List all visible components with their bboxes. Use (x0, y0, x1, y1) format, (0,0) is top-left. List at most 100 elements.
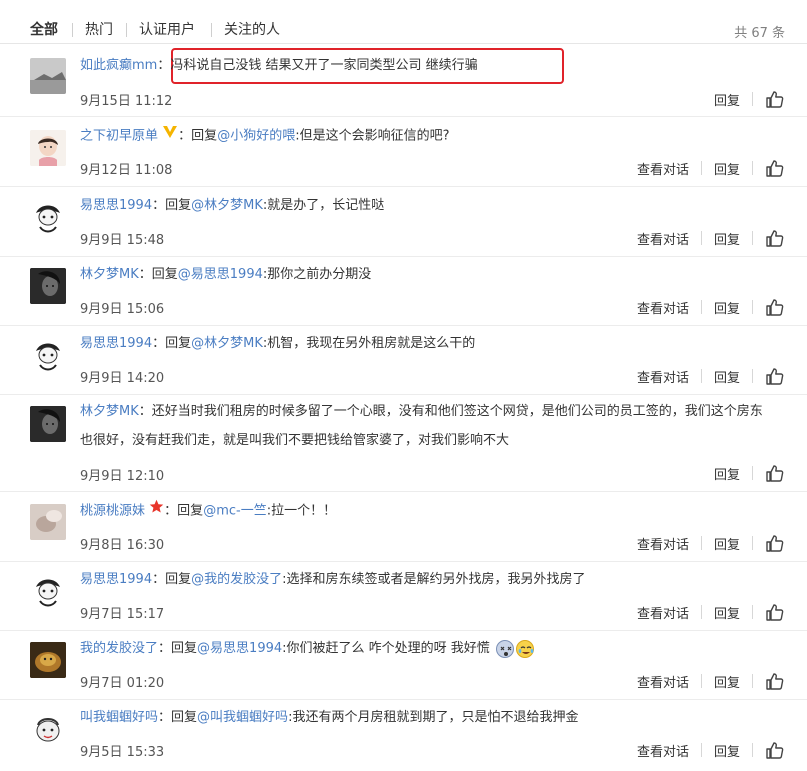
view-conversation-button[interactable]: 查看对话 (637, 229, 689, 248)
reply-button[interactable]: 回复 (714, 298, 740, 317)
reply-prefix: 回复 (171, 641, 198, 656)
tab-divider (126, 23, 127, 37)
comment-content: 叫我蝈蝈好吗：回复@叫我蝈蝈好吗:我还有两个月房租就到期了，只是怕不退给我押金 (80, 704, 767, 732)
username-link[interactable]: 如此疯癫mm (80, 58, 157, 73)
mention-link[interactable]: @小狗好的喂 (217, 129, 295, 144)
reply-button[interactable]: 回复 (714, 464, 740, 483)
avatar[interactable] (30, 268, 66, 304)
avatar[interactable] (30, 406, 66, 442)
view-conversation-button[interactable]: 查看对话 (637, 603, 689, 622)
comment-item: 易思思1994：回复@林夕梦MK:机智，我现在另外租房就是这么干的 9月9日 1… (0, 326, 807, 395)
comment-text: 但是这个会影响征信的吧? (299, 128, 450, 144)
tab-hot[interactable]: 热门 (85, 20, 113, 40)
avatar[interactable] (30, 504, 66, 540)
view-conversation-button[interactable]: 查看对话 (637, 159, 689, 178)
mention-link[interactable]: @mc-一竺 (203, 504, 267, 519)
comment-actions: 查看对话 回复 (637, 533, 785, 553)
reply-prefix: 回复 (165, 336, 192, 351)
tab-all[interactable]: 全部 (30, 20, 58, 40)
username-link[interactable]: 易思思1994 (80, 572, 152, 587)
view-conversation-button[interactable]: 查看对话 (637, 367, 689, 386)
reply-button[interactable]: 回复 (714, 741, 740, 760)
tab-following[interactable]: 关注的人 (224, 20, 280, 40)
mention-link[interactable]: @叫我蝈蝈好吗 (197, 710, 288, 725)
comment-item: 易思思1994：回复@林夕梦MK:就是办了，长记性哒 9月9日 15:48 查看… (0, 187, 807, 257)
action-divider (752, 231, 753, 245)
thumbs-up-icon[interactable] (765, 158, 785, 178)
avatar[interactable] (30, 58, 66, 94)
comment-text: 我还有两个月房租就到期了，只是怕不退给我押金 (292, 710, 579, 725)
colon: ： (138, 404, 152, 419)
username-link[interactable]: 桃源桃源妹 (80, 504, 145, 519)
thumbs-up-icon[interactable] (765, 89, 785, 109)
comment-actions: 回复 (714, 89, 785, 109)
comment-time: 9月9日 12:10 (80, 469, 165, 484)
username-link[interactable]: 叫我蝈蝈好吗 (80, 710, 158, 725)
tab-divider (211, 23, 212, 37)
username-link[interactable]: 我的发胶没了 (80, 641, 158, 656)
avatar[interactable] (30, 573, 66, 609)
mention-link[interactable]: @林夕梦MK (191, 198, 263, 213)
reply-prefix: 回复 (165, 572, 192, 587)
thumbs-up-icon[interactable] (765, 463, 785, 483)
comment-text: 拉一个！！ (271, 503, 337, 519)
reply-button[interactable]: 回复 (714, 90, 740, 109)
thumbs-up-icon[interactable] (765, 297, 785, 317)
view-conversation-button[interactable]: 查看对话 (637, 672, 689, 691)
mention-link[interactable]: @易思思1994 (197, 641, 282, 656)
comment-time: 9月9日 15:06 (80, 302, 165, 317)
reply-button[interactable]: 回复 (714, 367, 740, 386)
username-link[interactable]: 易思思1994 (80, 336, 152, 351)
username-link[interactable]: 林夕梦MK (80, 267, 139, 282)
thumbs-up-icon[interactable] (765, 533, 785, 553)
comment-time: 9月9日 15:48 (80, 233, 165, 248)
reply-button[interactable]: 回复 (714, 672, 740, 691)
thumbs-up-icon[interactable] (765, 366, 785, 386)
comment-actions: 查看对话 回复 (637, 228, 785, 248)
reply-button[interactable]: 回复 (714, 534, 740, 553)
thumbs-up-icon[interactable] (765, 602, 785, 622)
comment-text: 选择和房东续签或者是解约另外找房，我另外找房了 (286, 572, 586, 587)
comment-filter-bar: 全部 热门 认证用户 关注的人 共 67 条 (0, 0, 807, 44)
mention-link[interactable]: @林夕梦MK (191, 336, 263, 351)
avatar[interactable] (30, 642, 66, 678)
colon: ： (152, 572, 166, 587)
thumbs-up-icon[interactable] (765, 228, 785, 248)
reply-button[interactable]: 回复 (714, 159, 740, 178)
comment-time: 9月5日 15:33 (80, 745, 165, 760)
action-divider (752, 92, 753, 106)
colon: ： (158, 641, 172, 656)
comment-time: 9月9日 14:20 (80, 371, 165, 386)
comment-content: 易思思1994：回复@我的发胶没了:选择和房东续签或者是解约另外找房，我另外找房… (80, 566, 767, 594)
avatar[interactable] (30, 337, 66, 373)
view-conversation-button[interactable]: 查看对话 (637, 298, 689, 317)
comment-actions: 查看对话 回复 (637, 671, 785, 691)
tab-verified-users[interactable]: 认证用户 (139, 20, 195, 40)
action-divider (700, 605, 702, 619)
mention-link[interactable]: @易思思1994 (178, 267, 263, 282)
reply-button[interactable]: 回复 (714, 603, 740, 622)
comment-actions: 查看对话 回复 (637, 297, 785, 317)
username-link[interactable]: 之下初早原单 (80, 129, 158, 144)
avatar[interactable] (30, 199, 66, 235)
comment-text: 那你之前办分期没 (267, 267, 372, 282)
comment-time: 9月8日 16:30 (80, 538, 165, 553)
mention-link[interactable]: @我的发胶没了 (191, 572, 282, 587)
comment-item: 林夕梦MK：回复@易思思1994:那你之前办分期没 9月9日 15:06 查看对… (0, 257, 807, 326)
username-link[interactable]: 林夕梦MK (80, 404, 139, 419)
action-divider (700, 536, 702, 550)
thumbs-up-icon[interactable] (765, 740, 785, 760)
comment-text: 冯科说自己没钱 结果又开了一家同类型公司 继续行骗 (170, 58, 478, 73)
comment-item: 之下初早原单 ：回复@小狗好的喂:但是这个会影响征信的吧? 9月12日 11:0… (0, 117, 807, 187)
comment-time: 9月12日 11:08 (80, 163, 173, 178)
comment-item: 我的发胶没了：回复@易思思1994:你们被赶了么 咋个处理的呀 我好慌 9月7日… (0, 631, 807, 700)
avatar[interactable] (30, 130, 66, 166)
reply-prefix: 回复 (171, 710, 198, 725)
colon: ： (164, 503, 178, 519)
username-link[interactable]: 易思思1994 (80, 198, 152, 213)
thumbs-up-icon[interactable] (765, 671, 785, 691)
avatar[interactable] (30, 711, 66, 747)
reply-button[interactable]: 回复 (714, 229, 740, 248)
view-conversation-button[interactable]: 查看对话 (637, 534, 689, 553)
view-conversation-button[interactable]: 查看对话 (637, 741, 689, 760)
